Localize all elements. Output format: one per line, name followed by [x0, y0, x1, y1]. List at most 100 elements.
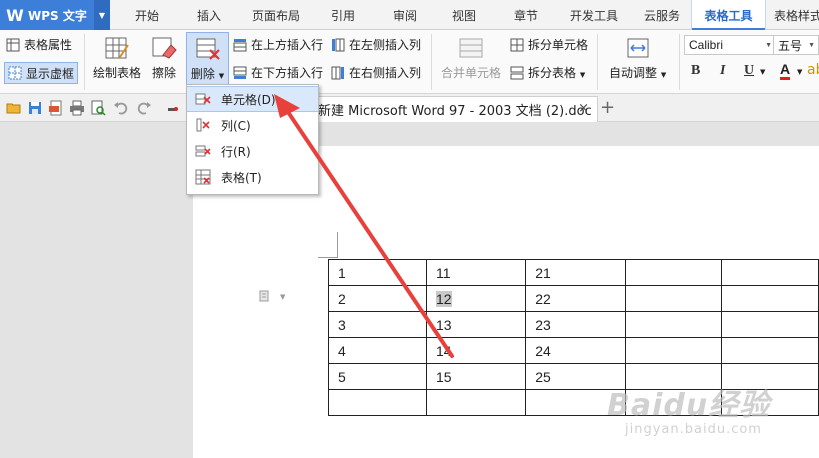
table-cell[interactable]	[624, 311, 723, 338]
export-pdf-icon[interactable]	[48, 100, 64, 116]
menu-item-label: 单元格(D)...	[221, 92, 288, 107]
erase-button[interactable]: 擦除	[151, 35, 177, 81]
autofit-label: 自动调整	[609, 66, 658, 80]
table-cell[interactable]: 13	[425, 311, 527, 338]
insert-row-above-button[interactable]: 在上方插入行	[233, 36, 323, 53]
table-cell[interactable]	[624, 337, 723, 364]
table-cell[interactable]	[721, 337, 819, 364]
open-folder-icon[interactable]	[6, 100, 22, 116]
menu-item-delete-cell[interactable]: 单元格(D)...	[187, 86, 318, 112]
table-cell[interactable]: 15	[425, 363, 527, 390]
watermark-url: jingyan.baidu.com	[625, 422, 762, 437]
highlight-icon[interactable]: ab	[807, 62, 819, 78]
insert-column-right-icon	[331, 66, 345, 80]
tab-developer[interactable]: 开发工具	[563, 0, 625, 30]
new-tab-icon[interactable]: +	[600, 97, 615, 118]
tab-table-tools[interactable]: 表格工具	[691, 0, 766, 30]
delete-label: 删除	[190, 67, 215, 81]
table-cell[interactable]	[721, 259, 819, 286]
bold-button[interactable]: B	[691, 63, 700, 79]
font-color-button[interactable]: A	[780, 62, 791, 80]
insert-column-right-button[interactable]: 在右侧插入列	[331, 64, 421, 81]
insert-row-below-button[interactable]: 在下方插入行	[233, 64, 323, 81]
table-cell[interactable]	[721, 285, 819, 312]
tab-references[interactable]: 引用	[320, 0, 366, 30]
redo-icon[interactable]	[136, 100, 152, 116]
print-preview-icon[interactable]	[90, 100, 106, 116]
tab-sections[interactable]: 章节	[503, 0, 549, 30]
autofit-button[interactable]: 自动调整 ▼	[609, 35, 666, 81]
save-icon[interactable]	[27, 100, 43, 116]
menu-item-delete-table[interactable]: 表格(T)	[187, 164, 318, 190]
font-name-select[interactable]: Calibri ▼	[684, 35, 776, 55]
table-cell[interactable]	[425, 389, 527, 416]
underline-button[interactable]: U	[744, 63, 754, 79]
undo-icon[interactable]	[113, 100, 129, 116]
paragraph-layout-icon[interactable]	[259, 290, 271, 302]
table-cell[interactable]: 21	[525, 259, 626, 286]
table-cell-selected[interactable]: 12	[425, 285, 527, 312]
table-cell[interactable]	[721, 311, 819, 338]
tab-table-style[interactable]: 表格样式	[774, 0, 819, 30]
table-cell[interactable]: 14	[425, 337, 527, 364]
wps-logo-icon: W	[6, 5, 24, 25]
menu-item-delete-row[interactable]: 行(R)	[187, 138, 318, 164]
delete-button[interactable]: 删除 ▼	[186, 32, 229, 88]
chevron-down-icon[interactable]: ▼	[94, 0, 110, 30]
table-cell[interactable]: 1	[328, 259, 427, 286]
table-cell[interactable]: 5	[328, 363, 427, 390]
insert-row-below-label: 在下方插入行	[251, 66, 324, 80]
draw-table-button[interactable]: 绘制表格	[93, 35, 141, 81]
italic-button[interactable]: I	[720, 63, 725, 79]
format-painter-icon[interactable]	[165, 100, 181, 116]
close-tab-icon[interactable]: ×	[578, 101, 589, 116]
tab-view[interactable]: 视图	[441, 0, 487, 30]
split-cells-button[interactable]: 拆分单元格	[510, 36, 588, 53]
tab-review[interactable]: 审阅	[382, 0, 428, 30]
merge-cells-button[interactable]: 合并单元格	[441, 35, 501, 81]
table-cell[interactable]: 3	[328, 311, 427, 338]
table-row: 4 14 24	[328, 337, 819, 364]
split-table-button[interactable]: 拆分表格 ▼	[510, 64, 585, 81]
insert-column-left-button[interactable]: 在左侧插入列	[331, 36, 421, 53]
menu-item-delete-column[interactable]: 列(C)	[187, 112, 318, 138]
split-cells-icon	[510, 38, 524, 52]
ribbon-panel: 表格属性 显示虚框 绘制表格 擦除 删除 ▼ 在上方插入行 在下方插入行 在左侧…	[0, 30, 819, 94]
table-cell[interactable]: 11	[425, 259, 527, 286]
margin-marker	[318, 257, 338, 258]
document-tab-title: 新建 Microsoft Word 97 - 2003 文档 (2).doc	[318, 104, 592, 119]
table-cell[interactable]	[624, 259, 723, 286]
insert-row-above-icon	[233, 38, 247, 52]
tab-insert[interactable]: 插入	[186, 0, 232, 30]
table-properties-label: 表格属性	[24, 38, 73, 52]
show-grid-label: 显示虚框	[26, 66, 75, 81]
insert-column-right-label: 在右侧插入列	[349, 66, 422, 80]
delete-column-icon	[195, 117, 211, 133]
table-cell[interactable]: 23	[525, 311, 626, 338]
chevron-down-icon[interactable]: ▼	[280, 293, 285, 301]
app-menu-button[interactable]: W WPS 文字 ▼	[0, 0, 110, 30]
table-cell[interactable]	[624, 285, 723, 312]
delete-table-icon	[195, 36, 221, 62]
tab-cloud[interactable]: 云服务	[636, 0, 688, 30]
table-cell[interactable]: 22	[525, 285, 626, 312]
grid-icon	[8, 66, 22, 80]
ribbon-tab-bar: W WPS 文字 ▼ 开始 插入 页面布局 引用 审阅 视图 章节 开发工具 云…	[0, 0, 819, 30]
font-name-value: Calibri	[689, 38, 724, 52]
table-properties-button[interactable]: 表格属性	[6, 36, 72, 53]
document-tab[interactable]: 新建 Microsoft Word 97 - 2003 文档 (2).doc ×	[303, 96, 598, 122]
table-row: 2 12 22	[328, 285, 819, 312]
table-cell[interactable]: 4	[328, 337, 427, 364]
insert-column-left-label: 在左侧插入列	[349, 38, 422, 52]
print-icon[interactable]	[69, 100, 85, 116]
table-cell[interactable]: 2	[328, 285, 427, 312]
table-cell[interactable]	[328, 389, 427, 416]
table-cell[interactable]: 24	[525, 337, 626, 364]
merge-cells-label: 合并单元格	[441, 66, 502, 80]
font-size-select[interactable]: 五号 ▼	[773, 35, 819, 55]
menu-item-label: 表格(T)	[221, 170, 262, 185]
show-grid-button[interactable]: 显示虚框	[4, 62, 79, 84]
margin-marker	[337, 232, 338, 258]
tab-home[interactable]: 开始	[124, 0, 170, 30]
tab-page-layout[interactable]: 页面布局	[245, 0, 307, 30]
